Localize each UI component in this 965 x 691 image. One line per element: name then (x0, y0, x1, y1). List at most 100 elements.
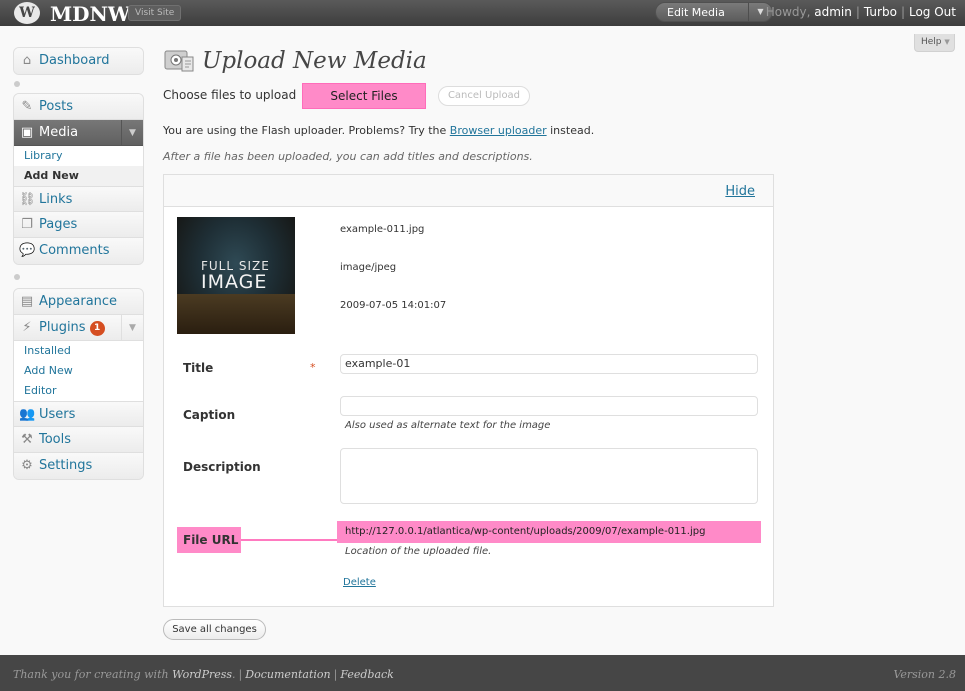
delete-link[interactable]: Delete (343, 577, 376, 588)
file-url-field[interactable]: http://127.0.0.1/atlantica/wp-content/up… (337, 521, 761, 543)
sidebar-item-label[interactable]: Pages (39, 212, 77, 238)
caption-help-text: Also used as alternate text for the imag… (345, 420, 551, 431)
users-icon: 👥 (19, 407, 36, 422)
chevron-down-icon[interactable]: ▼ (121, 315, 143, 341)
sidebar-item-label[interactable]: Posts (39, 94, 73, 120)
admin-footer: Thank you for creating with WordPress. | D… (0, 655, 965, 691)
feedback-link[interactable]: Feedback (340, 668, 394, 681)
required-asterisk: * (310, 361, 316, 374)
submenu-item-library[interactable]: Library (14, 146, 143, 166)
separator: | (855, 5, 860, 19)
username-link[interactable]: admin (814, 5, 852, 19)
sidebar-item-label[interactable]: Settings (39, 453, 92, 479)
settings-icon: ⚙ (21, 458, 33, 473)
wordpress-link[interactable]: WordPress (172, 668, 232, 681)
sidebar-item-label[interactable]: Users (39, 402, 75, 428)
version-text: Version 2.8 (893, 668, 956, 681)
sidebar-item-appearance[interactable]: ▤ Appearance (14, 289, 143, 315)
highlight-connector-line (241, 539, 337, 541)
sidebar-item-label[interactable]: Comments (39, 238, 109, 264)
sidebar-item-users[interactable]: 👥 Users (14, 401, 143, 427)
chevron-down-icon[interactable]: ▼ (944, 38, 949, 46)
sidebar-item-label[interactable]: Links (39, 187, 72, 213)
comment-bubble-icon: 💬 (19, 243, 36, 258)
link-icon: ⛓ (19, 192, 36, 207)
chevron-down-icon[interactable]: ▼ (121, 120, 143, 146)
thumbnail-ground (177, 294, 295, 334)
submenu-item-editor[interactable]: Editor (14, 381, 143, 401)
site-title: MDNW (50, 2, 131, 26)
upload-date: 2009-07-05 14:01:07 (340, 300, 447, 311)
help-tab-label[interactable]: Help (921, 37, 942, 47)
sidebar-item-label[interactable]: Plugins 1 (39, 315, 105, 341)
sidebar-item-posts[interactable]: ✎ Posts (14, 94, 143, 120)
save-all-changes-button[interactable]: Save all changes (163, 619, 266, 640)
file-type: image/jpeg (340, 262, 397, 273)
page-title: Upload New Media (202, 48, 427, 74)
title-input[interactable]: example-01 (340, 354, 758, 374)
caption-input[interactable] (340, 396, 758, 416)
wordpress-logo-icon: W (14, 2, 40, 24)
media-upload-icon (164, 50, 194, 72)
greeting-text: Howdy, (765, 5, 811, 19)
separator-dot (14, 274, 20, 280)
cancel-upload-button[interactable]: Cancel Upload (438, 86, 530, 106)
sidebar-item-label[interactable]: Media (39, 120, 78, 146)
favorite-actions-dropdown[interactable]: Edit Media ▼ (655, 2, 773, 22)
sidebar-item-dashboard[interactable]: ⌂ Dashboard (14, 48, 143, 74)
media-icon: ▣ (20, 125, 34, 140)
separator: | (333, 668, 338, 681)
description-textarea[interactable] (340, 448, 758, 504)
tools-icon: ⚒ (21, 432, 33, 447)
plugins-submenu: Installed Add New Editor (14, 341, 143, 401)
media-item-header: Hide (164, 175, 773, 207)
thumbnail-text: IMAGE (201, 271, 268, 293)
footer-thanks-text: Thank you for creating with (13, 668, 169, 681)
submenu-item-add-new[interactable]: Add New (14, 166, 143, 186)
help-tab[interactable]: Help ▼ (914, 34, 955, 52)
visit-site-button[interactable]: Visit Site (128, 5, 182, 21)
select-files-button[interactable]: Select Files (302, 83, 426, 109)
caption-label: Caption (183, 408, 236, 422)
turbo-link[interactable]: Turbo (864, 5, 897, 19)
update-count-badge: 1 (89, 321, 105, 336)
logout-link[interactable]: Log Out (909, 5, 956, 19)
submenu-item-installed[interactable]: Installed (14, 341, 143, 361)
sidebar-item-label[interactable]: Tools (39, 427, 71, 453)
file-url-help-text: Location of the uploaded file. (345, 546, 492, 557)
sidebar-item-label[interactable]: Appearance (39, 289, 117, 315)
sidebar-item-comments[interactable]: 💬 Comments (14, 238, 143, 264)
notice-text: You are using the Flash uploader. Proble… (163, 124, 447, 137)
menu-group-settings: ▤ Appearance ⚡ Plugins 1 ▼ Installed Add … (13, 288, 144, 480)
after-upload-hint: After a file has been uploaded, you can … (163, 150, 533, 163)
submenu-item-add-new[interactable]: Add New (14, 361, 143, 381)
image-thumbnail: FULL SIZE IMAGE (177, 217, 295, 334)
menu-separator (13, 274, 144, 280)
file-url-label: File URL (177, 527, 241, 553)
sidebar-item-plugins[interactable]: ⚡ Plugins 1 ▼ (14, 315, 143, 341)
media-submenu: Library Add New (14, 146, 143, 186)
admin-header: W MDNW Visit Site Edit Media ▼ Howdy, ad… (0, 0, 965, 26)
menu-group-content: ✎ Posts ▣ Media ▼ Library Add New ⛓ Link… (13, 93, 144, 265)
hide-link[interactable]: Hide (725, 184, 755, 199)
sidebar-item-pages[interactable]: ❐ Pages (14, 212, 143, 238)
separator-dot (14, 81, 20, 87)
file-name: example-011.jpg (340, 224, 425, 235)
appearance-brush-icon: ▤ (20, 294, 34, 309)
sidebar-item-media[interactable]: ▣ Media ▼ (14, 120, 143, 146)
sidebar-item-label[interactable]: Dashboard (39, 48, 110, 74)
sidebar-item-tools[interactable]: ⚒ Tools (14, 427, 143, 453)
sidebar-item-links[interactable]: ⛓ Links (14, 186, 143, 212)
sidebar-item-settings[interactable]: ⚙ Settings (14, 453, 143, 479)
choose-files-label: Choose files to upload (163, 88, 297, 102)
documentation-link[interactable]: Documentation (245, 668, 330, 681)
pages-icon: ❐ (21, 217, 33, 232)
plugins-label[interactable]: Plugins (39, 320, 86, 335)
separator: | (238, 668, 243, 681)
flash-uploader-notice: You are using the Flash uploader. Proble… (163, 124, 594, 137)
pushpin-icon: ✎ (21, 99, 33, 114)
description-label: Description (183, 460, 261, 474)
media-item-panel: Hide FULL SIZE IMAGE example-011.jpg ima… (163, 174, 774, 607)
favorite-action-label[interactable]: Edit Media (667, 3, 725, 22)
browser-uploader-link[interactable]: Browser uploader (450, 124, 547, 137)
